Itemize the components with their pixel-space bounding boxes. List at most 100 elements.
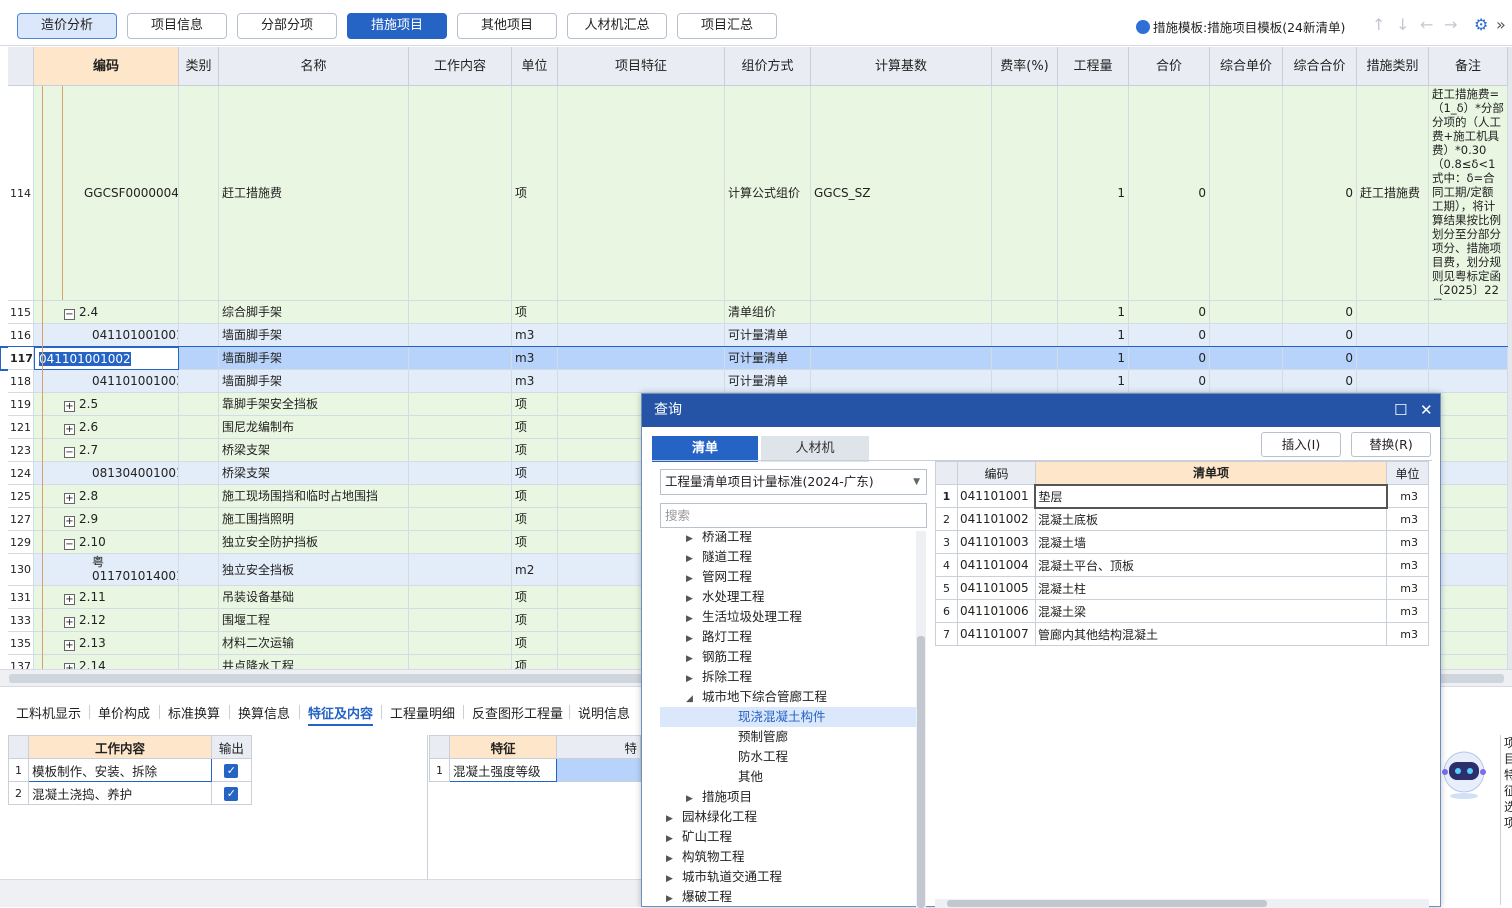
cell-method[interactable]: 可计量清单: [725, 347, 811, 370]
cell-empty[interactable]: [409, 324, 512, 347]
cell-qty[interactable]: 1: [1058, 324, 1129, 347]
cell-type[interactable]: [179, 439, 219, 462]
cell-code[interactable]: 041101001001: [34, 324, 179, 347]
cell-empty[interactable]: [409, 347, 512, 370]
cell-method[interactable]: 计算公式组价: [725, 86, 811, 301]
cell-code[interactable]: −2.4: [34, 301, 179, 324]
cell-code[interactable]: +2.6: [34, 416, 179, 439]
cell-unit[interactable]: m3: [512, 347, 558, 370]
result-code[interactable]: 041101003: [956, 530, 1036, 554]
move-left-icon[interactable]: ←: [1420, 15, 1433, 34]
cell-name[interactable]: 独立安全防护挡板: [219, 531, 409, 554]
cell-empty[interactable]: [409, 586, 512, 609]
cell-empty[interactable]: [409, 416, 512, 439]
result-unit[interactable]: m3: [1386, 576, 1429, 600]
cell-code[interactable]: +2.11: [34, 586, 179, 609]
cell-name[interactable]: 施工现场围挡和临时占地围挡: [219, 485, 409, 508]
cell-code[interactable]: +2.5: [34, 393, 179, 416]
result-row[interactable]: 4 041101004 混凝土平台、顶板 m3: [935, 553, 1429, 577]
tree-node[interactable]: 防水工程: [660, 747, 916, 767]
expand-icon[interactable]: +: [64, 594, 75, 605]
tab-6[interactable]: 项目汇总: [677, 13, 777, 39]
collapse-icon[interactable]: −: [64, 539, 75, 550]
expand-icon[interactable]: +: [64, 640, 75, 651]
tree-node[interactable]: ▶ 矿山工程: [660, 827, 916, 847]
cell-name[interactable]: 施工围挡照明: [219, 508, 409, 531]
grid-vertical-scrollbar[interactable]: [1508, 47, 1512, 669]
chevron-right-icon[interactable]: ▶: [666, 829, 682, 849]
dialog-title-bar[interactable]: 查询 ☐ ✕: [642, 394, 1440, 427]
cell-empty[interactable]: [992, 347, 1058, 370]
result-code[interactable]: 041101004: [956, 553, 1036, 577]
close-icon[interactable]: ✕: [1420, 394, 1433, 427]
header-col-8[interactable]: 费率(%): [992, 47, 1058, 86]
cell-unit[interactable]: m2: [512, 554, 558, 586]
cell-code[interactable]: −2.7: [34, 439, 179, 462]
tree-node[interactable]: ▶ 爆破工程: [660, 887, 916, 907]
cell-note[interactable]: [1429, 347, 1508, 370]
cell-empty[interactable]: [558, 370, 725, 393]
cell-cat[interactable]: [1357, 370, 1429, 393]
replace-button[interactable]: 替换(R): [1351, 432, 1431, 457]
cell-cat[interactable]: [1357, 301, 1429, 324]
header-col-5[interactable]: 项目特征: [558, 47, 725, 86]
move-up-icon[interactable]: ↑: [1372, 15, 1385, 34]
cell-empty[interactable]: [409, 531, 512, 554]
move-down-icon[interactable]: ↓: [1396, 15, 1409, 34]
tree-node[interactable]: ▶ 路灯工程: [660, 627, 916, 647]
bottom-tab-7[interactable]: 说明信息: [578, 703, 630, 722]
feature-row[interactable]: 1 混凝土强度等级: [429, 758, 641, 782]
cell-empty[interactable]: [409, 655, 512, 669]
tab-3[interactable]: 措施项目: [347, 13, 447, 39]
cell-unit[interactable]: 项: [512, 439, 558, 462]
cell-base[interactable]: [811, 324, 992, 347]
cell-note[interactable]: [1429, 370, 1508, 393]
header-col-9[interactable]: 工程量: [1058, 47, 1129, 86]
cell-zhhj[interactable]: 0: [1283, 301, 1357, 324]
cell-unit[interactable]: m3: [512, 324, 558, 347]
cell-qty[interactable]: 1: [1058, 86, 1129, 301]
cell-empty[interactable]: [558, 324, 725, 347]
chevron-right-icon[interactable]: ▶: [686, 569, 702, 589]
header-col-11[interactable]: 综合单价: [1210, 47, 1283, 86]
cell-type[interactable]: [179, 655, 219, 669]
result-name[interactable]: 混凝土平台、顶板: [1034, 553, 1388, 577]
bottom-tab-5[interactable]: 工程量明细: [390, 703, 455, 722]
result-code[interactable]: 041101007: [956, 622, 1036, 646]
cell-code[interactable]: +2.13: [34, 632, 179, 655]
header-col-0[interactable]: 编码: [34, 47, 179, 86]
more-icon[interactable]: »: [1496, 15, 1506, 34]
cell-type[interactable]: [179, 324, 219, 347]
tree-node[interactable]: ▶ 桥涵工程: [660, 531, 916, 547]
chevron-right-icon[interactable]: ▶: [666, 869, 682, 889]
result-row[interactable]: 1 041101001 垫层 m3: [935, 483, 1429, 509]
cell-base[interactable]: [811, 347, 992, 370]
cell-type[interactable]: [179, 609, 219, 632]
result-unit[interactable]: m3: [1386, 484, 1429, 508]
grid-row[interactable]: 116 041101001001 墙面脚手架 m3 可计量清单 1 0 0: [0, 324, 1508, 347]
cell-method[interactable]: 可计量清单: [725, 370, 811, 393]
expand-icon[interactable]: +: [64, 401, 75, 412]
cell-name[interactable]: 墙面脚手架: [219, 370, 409, 393]
cell-method[interactable]: 可计量清单: [725, 324, 811, 347]
result-unit[interactable]: m3: [1386, 530, 1429, 554]
cell-name[interactable]: 综合脚手架: [219, 301, 409, 324]
cell-empty[interactable]: [409, 609, 512, 632]
result-code[interactable]: 041101005: [956, 576, 1036, 600]
cell-name[interactable]: 材料二次运输: [219, 632, 409, 655]
cell-empty[interactable]: [409, 86, 512, 301]
cell-unit[interactable]: 项: [512, 485, 558, 508]
chevron-right-icon[interactable]: ▶: [666, 889, 682, 908]
cell-type[interactable]: [179, 554, 219, 586]
header-col-1[interactable]: 类别: [179, 47, 219, 86]
cell-code[interactable]: +2.8: [34, 485, 179, 508]
cell-empty[interactable]: [409, 393, 512, 416]
result-unit[interactable]: m3: [1386, 622, 1429, 646]
tree-node[interactable]: ▶ 水处理工程: [660, 587, 916, 607]
cell-cat[interactable]: [1357, 347, 1429, 370]
result-scrollbar-thumb[interactable]: [947, 900, 1267, 907]
chevron-right-icon[interactable]: ▶: [686, 609, 702, 629]
cell-name[interactable]: 靠脚手架安全挡板: [219, 393, 409, 416]
header-col-14[interactable]: 备注: [1429, 47, 1508, 86]
header-col-2[interactable]: 名称: [219, 47, 409, 86]
